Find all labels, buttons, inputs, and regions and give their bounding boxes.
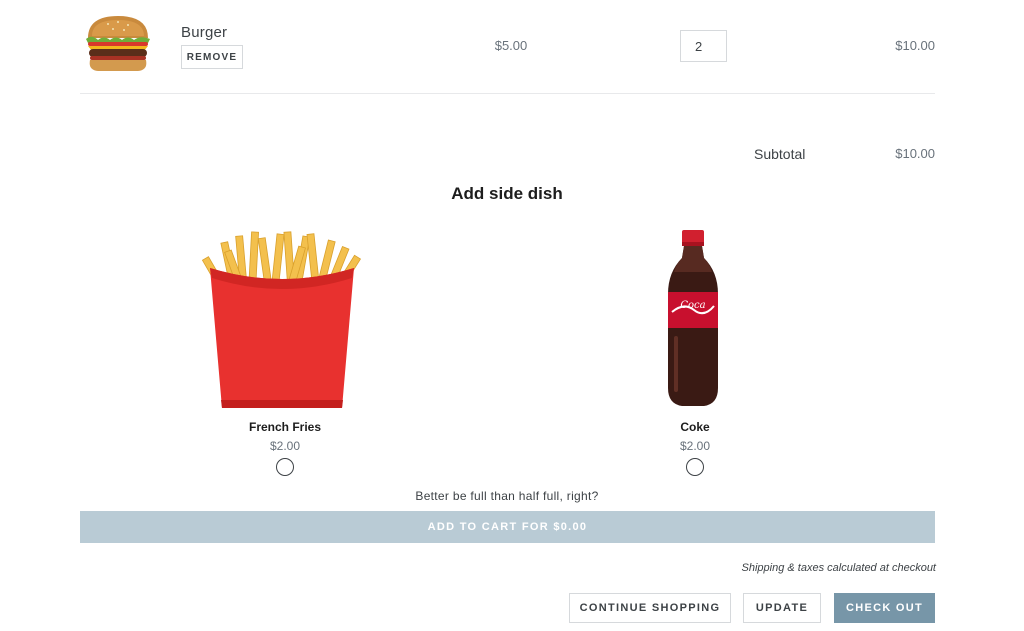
update-button[interactable]: UPDATE (743, 593, 821, 623)
french-fries-image (201, 228, 362, 412)
french-fries-price: $2.00 (269, 439, 301, 453)
coke-image: Coca (664, 228, 722, 408)
divider (80, 93, 935, 94)
coke-price: $2.00 (679, 439, 711, 453)
cart-item-unit-price: $5.00 (494, 38, 528, 53)
cart-item-line-total: $10.00 (895, 38, 935, 53)
svg-text:Coca: Coca (680, 300, 705, 311)
shipping-note: Shipping & taxes calculated at checkout (741, 562, 936, 574)
cart-item-name[interactable]: Burger (181, 24, 227, 41)
coke-radio[interactable] (686, 458, 704, 476)
french-fries-radio[interactable] (276, 458, 294, 476)
remove-button[interactable]: REMOVE (181, 45, 243, 69)
add-to-cart-button[interactable]: ADD TO CART FOR $0.00 (80, 511, 935, 543)
french-fries-name: French Fries (248, 420, 322, 434)
burger-image (78, 12, 158, 74)
side-dish-title: Add side dish (451, 184, 563, 203)
continue-shopping-button[interactable]: CONTINUE SHOPPING (569, 593, 731, 623)
subtotal-label: Subtotal (754, 146, 806, 162)
checkout-button[interactable]: CHECK OUT (834, 593, 935, 623)
side-dish-tagline: Better be full than half full, right? (415, 489, 599, 503)
subtotal-value: $10.00 (895, 146, 935, 161)
coke-name: Coke (680, 420, 710, 434)
quantity-input[interactable] (680, 30, 727, 62)
